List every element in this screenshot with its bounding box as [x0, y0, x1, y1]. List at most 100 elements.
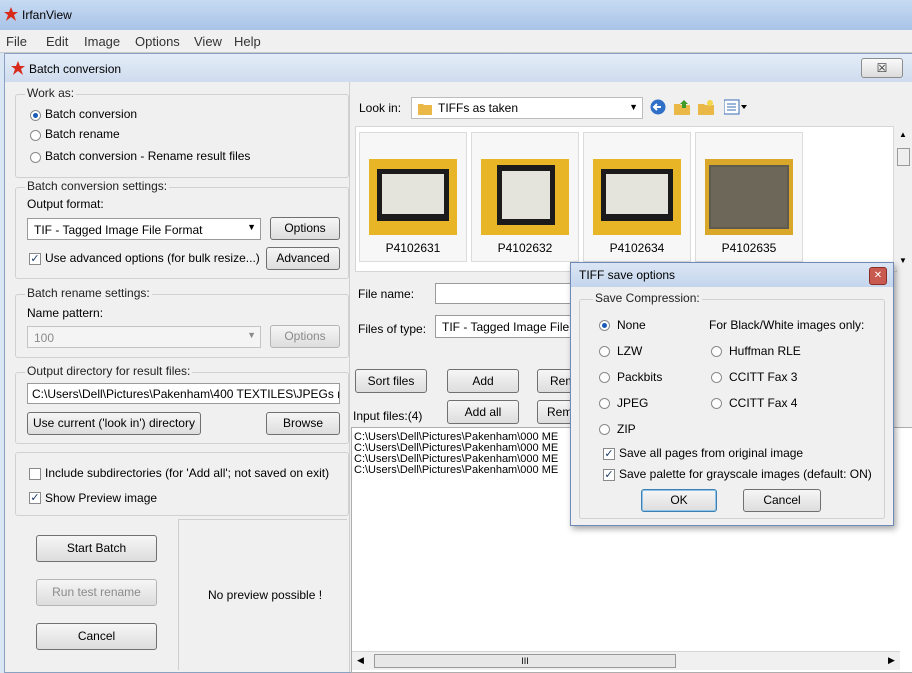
chevron-down-icon: ▼	[247, 330, 256, 340]
dialog-title: Batch conversion	[29, 62, 122, 76]
radio-batch-rename[interactable]	[30, 130, 41, 141]
save-all-pages-checkbox[interactable]: ✓	[603, 448, 615, 460]
back-icon[interactable]	[650, 99, 666, 115]
menu-image[interactable]: Image	[84, 34, 120, 49]
radio-ccitt-fax4[interactable]	[711, 398, 722, 409]
ccitt-fax4-label: CCITT Fax 4	[729, 396, 798, 410]
compression-jpeg-label: JPEG	[617, 396, 649, 410]
thumbnail-item[interactable]: P4102631	[359, 132, 467, 262]
run-test-rename-button[interactable]: Run test rename	[36, 579, 157, 606]
new-folder-icon[interactable]	[698, 99, 714, 115]
thumbnail-item[interactable]: P4102635	[695, 132, 803, 262]
panel-divider	[349, 82, 350, 672]
start-batch-button[interactable]: Start Batch	[36, 535, 157, 562]
name-pattern-input[interactable]: 100 ▼	[27, 326, 261, 348]
huffman-rle-label: Huffman RLE	[729, 344, 801, 358]
name-pattern-label: Name pattern:	[27, 306, 104, 320]
radio-ccitt-fax3[interactable]	[711, 372, 722, 383]
sort-files-button[interactable]: Sort files	[355, 369, 427, 393]
radio-batch-conversion[interactable]	[30, 110, 41, 121]
add-all-button[interactable]: Add all	[447, 400, 519, 424]
show-preview-checkbox[interactable]: ✓	[29, 492, 41, 504]
files-of-type-select[interactable]: TIF - Tagged Image File Fo	[435, 315, 575, 338]
view-menu-icon[interactable]	[724, 99, 748, 115]
tiff-cancel-button[interactable]: Cancel	[743, 489, 821, 512]
menu-file[interactable]: File	[6, 34, 27, 49]
tiff-dialog-title: TIFF save options	[579, 268, 676, 282]
compression-lzw-label: LZW	[617, 344, 643, 358]
thumbnail-scrollbar[interactable]: ▲ ▼	[893, 126, 912, 270]
rename-options-button[interactable]: Options	[270, 325, 340, 348]
dialog-titlebar: Batch conversion ☒	[5, 54, 912, 82]
thumbnail-image	[481, 159, 569, 235]
preview-text: No preview possible !	[208, 588, 323, 602]
output-dir-label: Output directory for result files:	[25, 364, 193, 378]
conversion-settings-label: Batch conversion settings:	[25, 179, 170, 193]
ok-button[interactable]: OK	[641, 489, 717, 512]
scroll-left-icon[interactable]: ◀	[357, 655, 364, 666]
compression-zip-label: ZIP	[617, 422, 636, 436]
thumbnail-caption: P4102632	[497, 241, 553, 255]
tiff-close-icon[interactable]: ✕	[869, 267, 887, 285]
menu-options[interactable]: Options	[135, 34, 180, 49]
menubar: File Edit Image Options View Help	[0, 30, 912, 53]
thumbnail-item[interactable]: P4102634	[583, 132, 691, 262]
chevron-down-icon: ▼	[247, 222, 256, 232]
thumbnail-caption: P4102635	[721, 241, 777, 255]
save-compression-label: Save Compression:	[593, 291, 702, 305]
tiff-save-options-dialog: TIFF save options ✕ Save Compression: No…	[570, 262, 894, 526]
advanced-button[interactable]: Advanced	[266, 247, 340, 270]
look-in-label: Look in:	[359, 101, 402, 115]
irfanview-logo-icon	[11, 61, 25, 75]
output-format-select[interactable]: TIF - Tagged Image File Format ▼	[27, 218, 261, 240]
radio-batch-rename-label: Batch rename	[45, 127, 120, 141]
radio-compression-jpeg[interactable]	[599, 398, 610, 409]
output-options-button[interactable]: Options	[270, 217, 340, 240]
radio-compression-none[interactable]	[599, 320, 610, 331]
scroll-thumb[interactable]	[897, 148, 910, 166]
menu-help[interactable]: Help	[234, 34, 261, 49]
scroll-down-icon[interactable]: ▼	[899, 256, 907, 265]
radio-compression-lzw[interactable]	[599, 346, 610, 357]
radio-huffman-rle[interactable]	[711, 346, 722, 357]
radio-conversion-rename-label: Batch conversion - Rename result files	[45, 149, 251, 163]
save-palette-label: Save palette for grayscale images (defau…	[619, 467, 872, 481]
scroll-right-icon[interactable]: ▶	[888, 655, 895, 666]
thumbnail-item[interactable]: P4102632	[471, 132, 579, 262]
advanced-options-label: Use advanced options (for bulk resize...…	[45, 251, 260, 265]
radio-compression-packbits[interactable]	[599, 372, 610, 383]
chevron-down-icon: ▼	[629, 102, 638, 112]
bw-only-label: For Black/White images only:	[709, 318, 865, 332]
save-all-pages-label: Save all pages from original image	[619, 446, 804, 460]
name-pattern-value: 100	[34, 331, 55, 345]
use-current-dir-button[interactable]: Use current ('look in') directory	[27, 412, 201, 435]
dialog-close-button[interactable]: ☒	[861, 58, 903, 78]
file-name-label: File name:	[358, 287, 415, 301]
radio-compression-zip[interactable]	[599, 424, 610, 435]
list-item[interactable]: C:\Users\Dell\Pictures\Pakenham\000 ME	[354, 465, 558, 476]
compression-none-label: None	[617, 318, 646, 332]
add-button[interactable]: Add	[447, 369, 519, 393]
output-format-label: Output format:	[27, 197, 104, 211]
browse-button[interactable]: Browse	[266, 412, 340, 435]
options-group	[15, 452, 349, 516]
work-as-label: Work as:	[25, 86, 77, 100]
output-dir-input[interactable]: C:\Users\Dell\Pictures\Pakenham\400 TEXT…	[27, 383, 340, 404]
compression-packbits-label: Packbits	[617, 370, 663, 384]
advanced-options-checkbox[interactable]: ✓	[29, 253, 41, 265]
show-preview-label: Show Preview image	[45, 491, 158, 505]
horizontal-scrollbar[interactable]: ◀ III ▶	[352, 651, 900, 670]
scroll-up-icon[interactable]: ▲	[899, 130, 907, 139]
cancel-button[interactable]: Cancel	[36, 623, 157, 650]
look-in-select[interactable]: TIFFs as taken ▼	[411, 97, 643, 119]
menu-view[interactable]: View	[194, 34, 222, 49]
rename-settings-label: Batch rename settings:	[25, 286, 152, 300]
scroll-thumb[interactable]: III	[374, 654, 676, 668]
tiff-dialog-titlebar: TIFF save options ✕	[571, 263, 893, 287]
up-folder-icon[interactable]	[674, 99, 690, 115]
radio-conversion-rename[interactable]	[30, 152, 41, 163]
save-palette-checkbox[interactable]: ✓	[603, 469, 615, 481]
file-name-input[interactable]	[435, 283, 575, 304]
include-subdirs-checkbox[interactable]	[29, 468, 41, 480]
menu-edit[interactable]: Edit	[46, 34, 68, 49]
